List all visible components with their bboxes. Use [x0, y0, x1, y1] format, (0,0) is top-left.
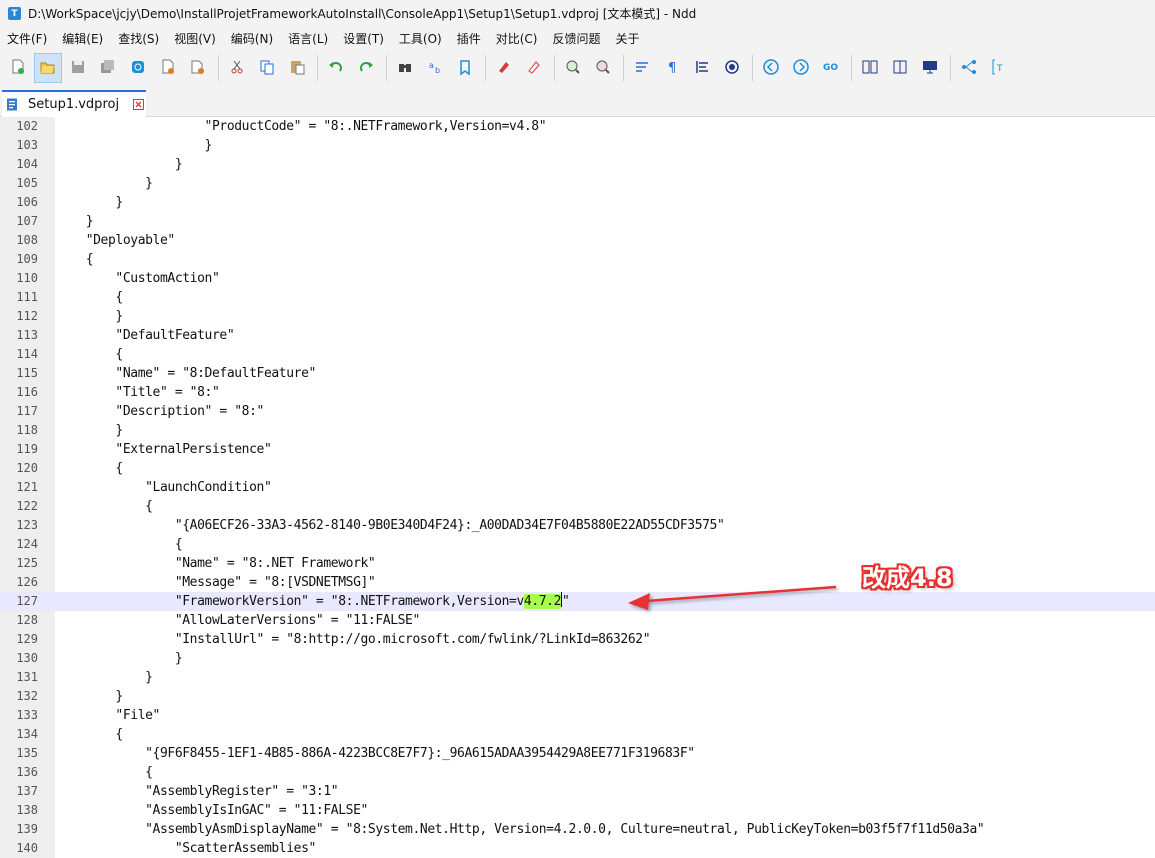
- red-arrow-annotation: [628, 585, 837, 610]
- annotation-label: 改成4.8: [862, 564, 953, 592]
